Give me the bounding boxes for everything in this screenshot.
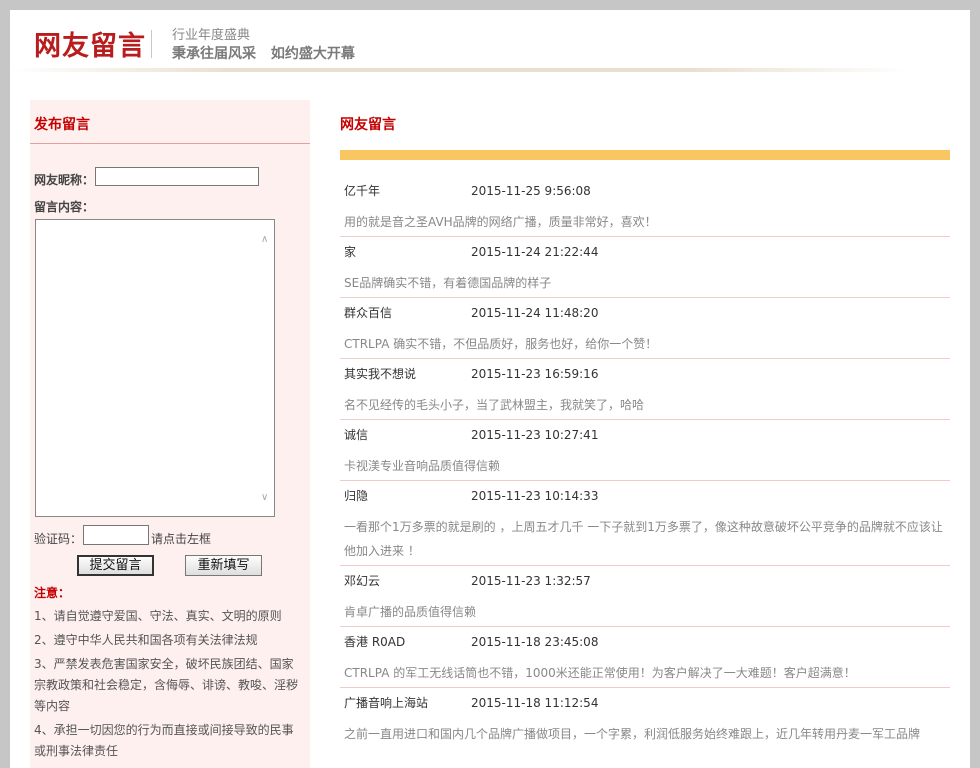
message-content: 之前一直用进口和国内几个品牌广播做项目，一个字累，利润低服务始终难跟上，近几年转… [344,727,921,741]
message-time: 2015-11-23 10:27:41 [471,428,599,442]
message-time: 2015-11-24 11:48:20 [471,306,599,320]
message-author: 亿千年 [344,184,381,198]
message-time: 2015-11-18 23:45:08 [471,635,599,649]
captcha-input[interactable] [83,525,149,545]
message-content: SE品牌确实不错，有着德国品牌的样子 [344,276,552,290]
message-content: CTRLPA 的军工无线话筒也不错，1000米还能正常使用！为客户解决了一大难题… [344,666,856,680]
slogan-line-1: 行业年度盛典 [172,28,251,43]
message-item: 其实我不想说 2015-11-23 16:59:16 名不见经传的毛头小子，当了武… [340,359,950,420]
message-content: 一看那个1万多票的就是刷的 ，上周五才几千 一下子就到1万多票了，像这种故意破坏… [344,520,943,558]
captcha-label: 验证码： [34,532,83,546]
content-label: 留言内容： [34,200,95,214]
message-item: 群众百信 2015-11-24 11:48:20 CTRLPA 确实不错，不但品质… [340,298,950,359]
site-logo[interactable]: 网友留言 [34,24,146,63]
post-message-panel: 发布留言 网友昵称： 留言内容： ∧ ∨ 验证码： 请点击左框 提交留言 重新填… [30,100,310,768]
messages-title: 网友留言 [340,117,396,133]
message-time: 2015-11-23 1:32:57 [471,574,591,588]
header-divider [10,68,910,72]
message-content: CTRLPA 确实不错，不但品质好，服务也好，给你一个赞！ [344,337,658,351]
message-item: 家 2015-11-24 21:22:44 SE品牌确实不错，有着德国品牌的样子 [340,237,950,298]
message-author: 香港 R0AD [344,635,406,649]
message-item: 亿千年 2015-11-25 9:56:08 用的就是音之圣AVH品牌的网络广播，… [340,176,950,237]
logo-divider [151,30,152,58]
message-time: 2015-11-23 16:59:16 [471,367,599,381]
captcha-hint[interactable]: 请点击左框 [151,530,211,547]
notice-item: 1、请自觉遵守爱国、守法、真实、文明的原则 [34,609,282,623]
message-author: 家 [344,245,357,259]
nickname-input[interactable] [95,167,259,186]
message-content: 用的就是音之圣AVH品牌的网络广播，质量非常好，喜欢！ [344,215,657,229]
message-item: 诚信 2015-11-23 10:27:41 卡视渼专业音响品质值得信赖 [340,420,950,481]
messages-title-bar [340,150,950,160]
message-time: 2015-11-23 10:14:33 [471,489,599,503]
message-author: 群众百信 [344,306,393,320]
header: 网友留言 行业年度盛典 秉承往届风采 如约盛大开幕 [10,10,970,74]
message-author: 归隐 [344,489,369,503]
reset-form-button[interactable]: 重新填写 [185,555,262,576]
page: 网友留言 行业年度盛典 秉承往届风采 如约盛大开幕 发布留言 网友昵称： 留言内… [10,10,970,768]
notice-item: 4、承担一切因您的行为而直接或间接导致的民事或刑事法律责任 [34,723,294,758]
nickname-label: 网友昵称： [34,173,95,187]
message-time: 2015-11-24 21:22:44 [471,245,599,259]
scroll-up-icon[interactable]: ∧ [261,234,271,245]
message-author: 诚信 [344,428,369,442]
notice-item: 3、严禁发表危害国家安全，破坏民族团结、国家宗教政策和社会稳定，含侮辱、诽谤、教… [34,657,299,713]
message-author: 邓幻云 [344,574,381,588]
content-textarea[interactable]: ∧ ∨ [35,219,275,517]
message-time: 2015-11-18 11:12:54 [471,696,599,710]
message-list-panel: 网友留言 亿千年 2015-11-25 9:56:08 用的就是音之圣AVH品牌的… [340,100,950,768]
submit-message-button[interactable]: 提交留言 [77,555,154,576]
message-item: 香港 R0AD 2015-11-18 23:45:08 CTRLPA 的军工无线话… [340,627,950,688]
message-content: 肯卓广播的品质值得信赖 [344,605,477,619]
post-message-title: 发布留言 [34,117,90,133]
notice-list: 1、请自觉遵守爱国、守法、真实、文明的原则 2、遵守中华人民共和国各项有关法律法… [34,606,304,765]
panel-title-divider [30,143,310,144]
message-author: 其实我不想说 [344,367,417,381]
message-item: 归隐 2015-11-23 10:14:33 一看那个1万多票的就是刷的 ，上周五… [340,481,950,566]
notice-title: 注意： [34,586,71,600]
notice-item: 2、遵守中华人民共和国各项有关法律法规 [34,633,258,647]
message-list: 亿千年 2015-11-25 9:56:08 用的就是音之圣AVH品牌的网络广播，… [340,176,950,748]
scroll-down-icon[interactable]: ∨ [261,492,271,503]
message-item: 广播音响上海站 2015-11-18 11:12:54 之前一直用进口和国内几个品… [340,688,950,748]
message-content: 名不见经传的毛头小子，当了武林盟主，我就笑了，哈哈 [344,398,645,412]
message-content: 卡视渼专业音响品质值得信赖 [344,459,501,473]
message-time: 2015-11-25 9:56:08 [471,184,591,198]
slogan-line-2: 秉承往届风采 如约盛大开幕 [172,46,355,62]
message-author: 广播音响上海站 [344,696,429,710]
message-item: 邓幻云 2015-11-23 1:32:57 肯卓广播的品质值得信赖 [340,566,950,627]
